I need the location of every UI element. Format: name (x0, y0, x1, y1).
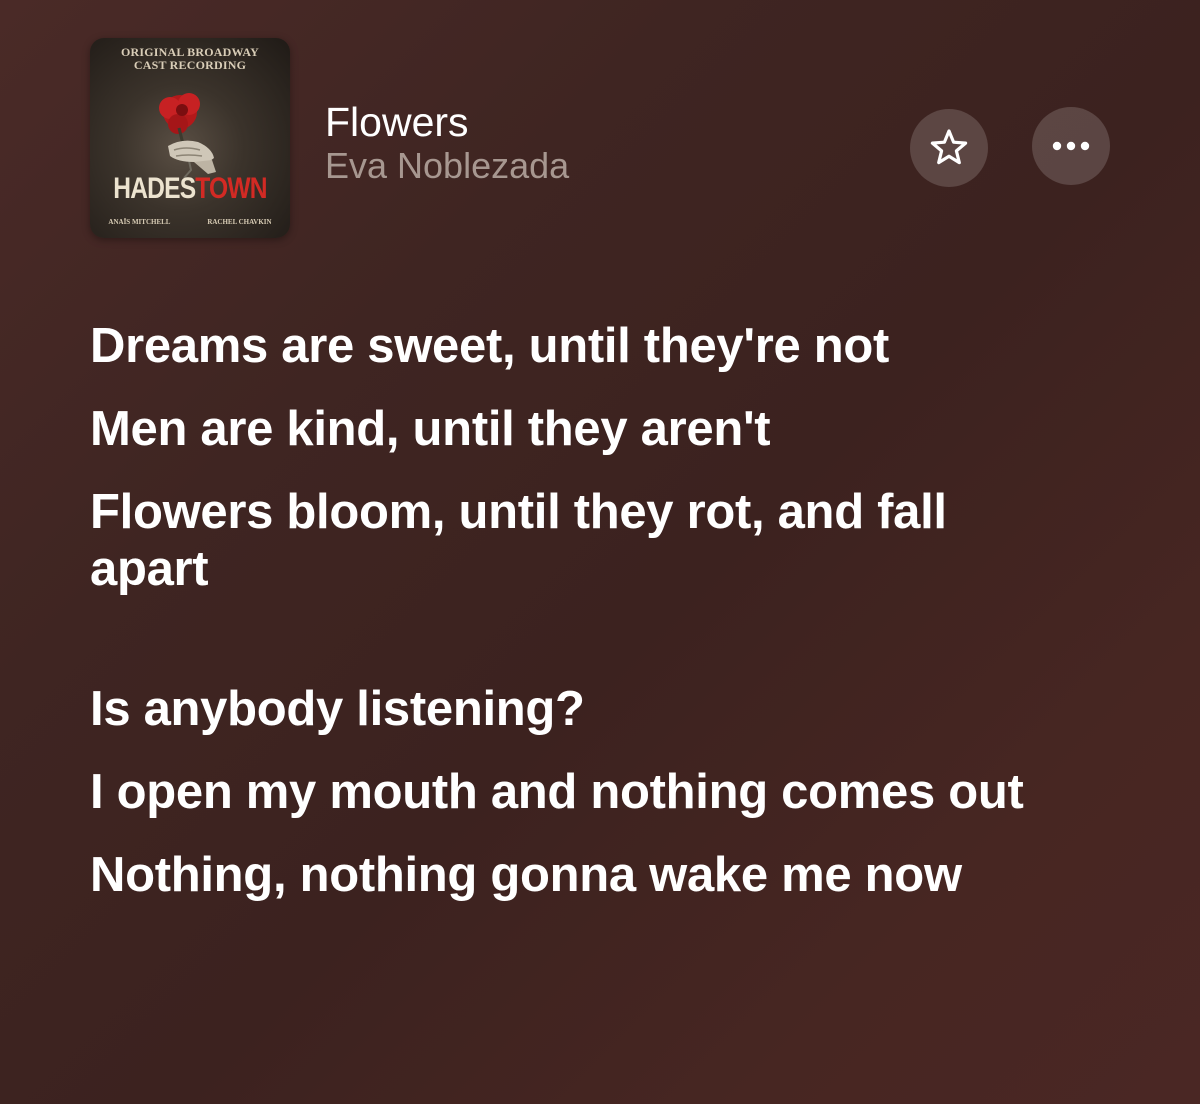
lyric-line[interactable]: I open my mouth and nothing comes out (90, 764, 1070, 821)
stanza-break (90, 624, 1150, 681)
more-options-button[interactable] (1032, 107, 1110, 185)
album-art-credits: ANAÏS MITCHELL RACHEL CHAVKIN (90, 218, 290, 226)
song-artist[interactable]: Eva Noblezada (325, 144, 569, 188)
ellipsis-icon (1052, 141, 1090, 151)
lyric-line[interactable]: Men are kind, until they aren't (90, 401, 1150, 458)
star-icon (930, 129, 968, 165)
album-art-credit-left: ANAÏS MITCHELL (108, 218, 171, 226)
song-title: Flowers (325, 99, 469, 145)
now-playing-header: ORIGINAL BROADWAY CAST RECORDING HADESTO… (90, 38, 1120, 238)
lyric-line[interactable]: Dreams are sweet, until they're not (90, 318, 1150, 375)
song-info: Flowers Eva Noblezada (325, 98, 569, 188)
album-artwork[interactable]: ORIGINAL BROADWAY CAST RECORDING HADESTO… (90, 38, 290, 238)
album-art-title-town: TOWN (195, 172, 267, 205)
rose-illustration (159, 93, 216, 179)
favorite-button[interactable] (910, 109, 988, 187)
lyric-line[interactable]: Nothing, nothing gonna wake me now (90, 847, 1150, 904)
lyrics-panel[interactable]: Dreams are sweet, until they're not Men … (90, 318, 1150, 930)
lyric-line[interactable]: Is anybody listening? (90, 681, 1150, 738)
album-art-title: HADESTOWN (108, 172, 272, 206)
album-art-title-hades: HADES (113, 172, 196, 205)
lyric-line[interactable]: Flowers bloom, until they rot, and fall … (90, 484, 1070, 598)
album-art-credit-right: RACHEL CHAVKIN (207, 218, 272, 226)
